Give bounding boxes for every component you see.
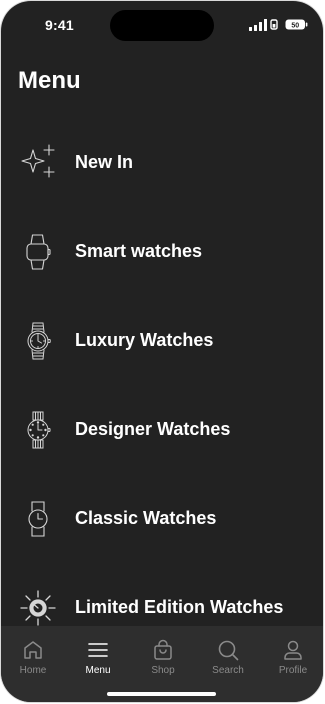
status-time: 9:41 — [45, 17, 74, 33]
battery-level: 50 — [291, 22, 299, 29]
menu-item-classic-watches[interactable]: Classic Watches — [1, 489, 323, 549]
tab-label: Shop — [151, 665, 175, 676]
menu-item-designer-watches[interactable]: Designer Watches — [1, 400, 323, 460]
hamburger-icon — [88, 643, 108, 657]
home-icon — [24, 641, 42, 659]
shopping-bag-icon — [154, 639, 172, 660]
tab-profile[interactable]: Profile — [261, 626, 323, 684]
smartwatch-icon — [26, 234, 51, 270]
tab-shop[interactable]: Shop — [131, 626, 195, 684]
search-icon — [218, 640, 239, 661]
sparkle-icon — [21, 144, 55, 178]
tab-label: Menu — [85, 665, 111, 676]
status-bar: 9:41 50 — [1, 1, 323, 51]
limited-edition-icon — [20, 590, 56, 626]
menu-item-label: Luxury Watches — [75, 330, 214, 350]
home-indicator — [107, 692, 216, 696]
wifi-icon — [270, 19, 278, 30]
menu-item-luxury-watches[interactable]: Luxury Watches — [1, 311, 323, 371]
tab-label: Profile — [278, 665, 308, 676]
tab-label: Search — [212, 665, 244, 676]
profile-icon — [284, 640, 302, 660]
page-title: Menu — [18, 67, 81, 94]
menu-item-label: New In — [75, 152, 134, 172]
battery-icon: 50 — [285, 19, 308, 30]
menu-item-label: Smart watches — [75, 241, 203, 261]
menu-item-label: Limited Edition Watches — [75, 597, 284, 617]
dynamic-island — [110, 10, 214, 41]
signal-icon — [249, 19, 267, 31]
tab-search[interactable]: Search — [196, 626, 260, 684]
luxury-watch-icon — [27, 322, 51, 360]
menu-item-smart-watches[interactable]: Smart watches — [1, 222, 323, 282]
menu-item-new-in[interactable]: New In — [1, 133, 323, 193]
tab-label: Home — [19, 665, 47, 676]
classic-watch-icon — [28, 501, 48, 537]
tab-home[interactable]: Home — [1, 626, 65, 684]
menu-item-label: Classic Watches — [75, 508, 217, 528]
designer-watch-icon — [27, 411, 51, 449]
menu-item-label: Designer Watches — [75, 419, 231, 439]
tab-bar: Home Menu Shop Search Profile — [1, 626, 323, 702]
tab-menu[interactable]: Menu — [66, 626, 130, 684]
phone-screen: 9:41 50 Menu New In Smart watches Luxury… — [1, 1, 323, 702]
